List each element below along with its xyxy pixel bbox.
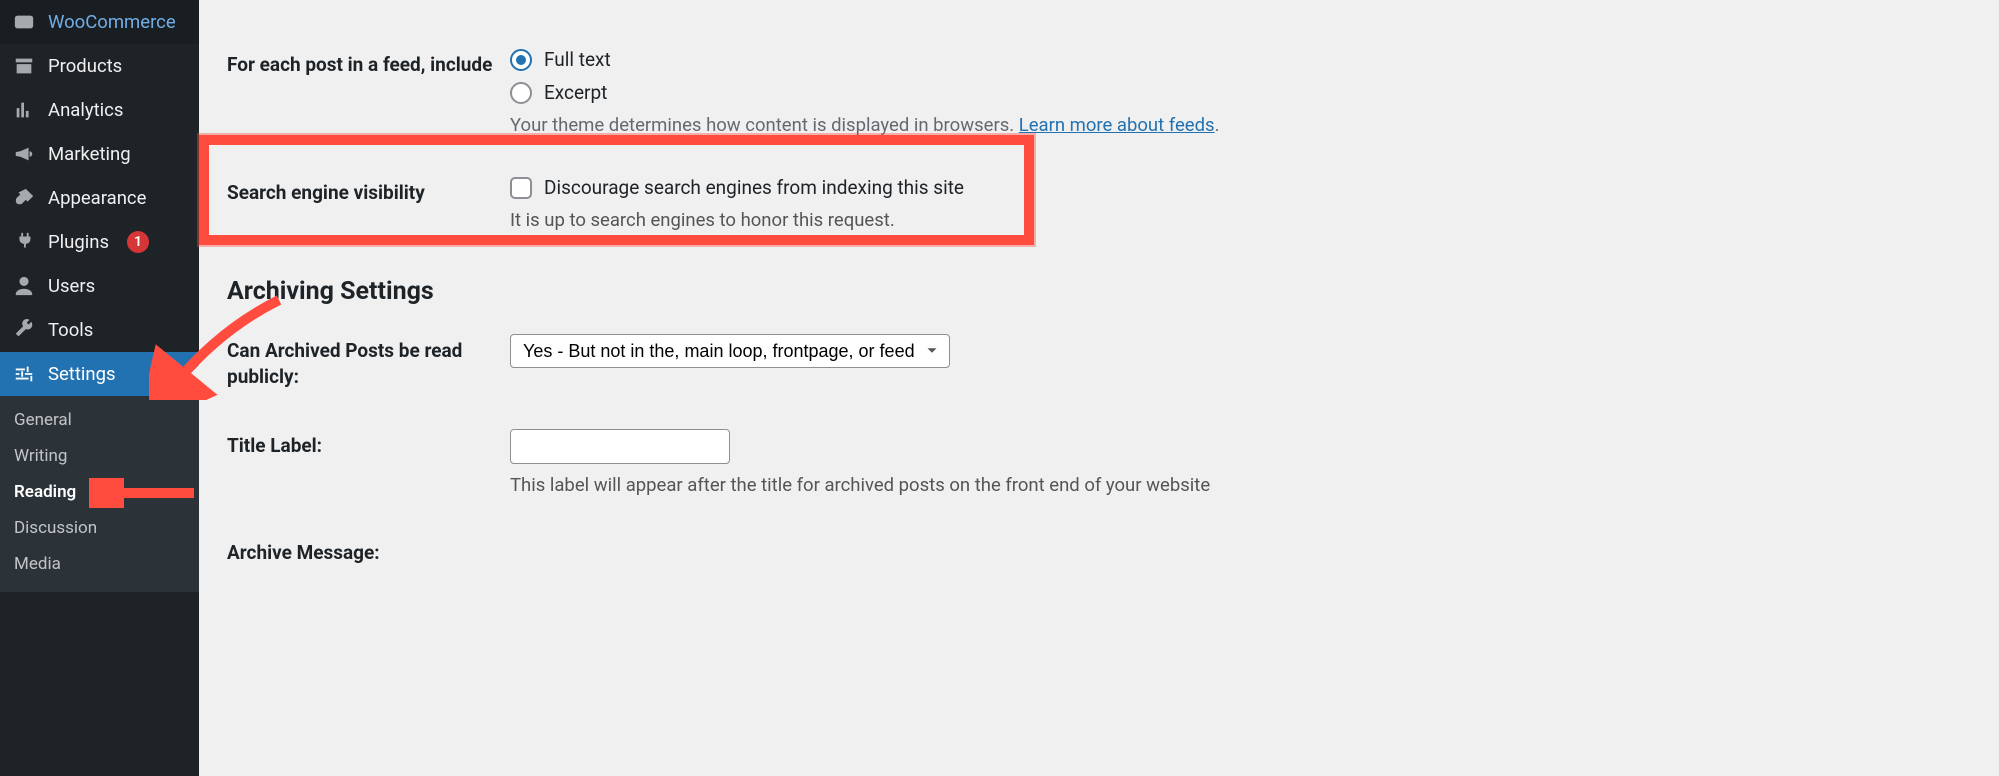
discourage-indexing-checkbox[interactable] [510, 177, 532, 199]
learn-more-feeds-link[interactable]: Learn more about feeds [1019, 114, 1215, 136]
sidebar-item-label: Products [48, 55, 122, 77]
sidebar-item-appearance[interactable]: Appearance [0, 176, 199, 220]
title-label-input[interactable] [510, 429, 730, 464]
sidebar-item-label: Analytics [48, 99, 123, 121]
archive-message-label: Archive Message: [227, 518, 510, 566]
submenu-discussion[interactable]: Discussion [0, 510, 199, 546]
megaphone-icon [12, 142, 36, 166]
search-visibility-description: It is up to search engines to honor this… [510, 209, 1961, 231]
title-label-field: This label will appear after the title f… [510, 411, 1971, 518]
archived-public-label: Can Archived Posts be read publicly: [227, 316, 510, 411]
admin-sidebar: WooCommerce Products Analytics Marketing… [0, 0, 199, 776]
archived-public-field: Yes - But not in the, main loop, frontpa… [510, 316, 1971, 411]
sidebar-item-label: Plugins [48, 231, 109, 253]
submenu-writing[interactable]: Writing [0, 438, 199, 474]
sliders-icon [12, 362, 36, 386]
submenu-reading[interactable]: Reading [0, 474, 199, 510]
sidebar-item-woocommerce[interactable]: WooCommerce [0, 0, 199, 44]
title-label-label: Title Label: [227, 411, 510, 518]
sidebar-item-users[interactable]: Users [0, 264, 199, 308]
wrench-icon [12, 318, 36, 342]
sidebar-item-label: Appearance [48, 187, 146, 209]
sidebar-item-settings[interactable]: Settings [0, 352, 199, 396]
plug-icon [12, 230, 36, 254]
feed-include-field: Full text Excerpt Your theme determines … [510, 30, 1971, 158]
sidebar-item-label: Users [48, 275, 95, 297]
search-visibility-field: Discourage search engines from indexing … [510, 158, 1971, 253]
submenu-general[interactable]: General [0, 402, 199, 438]
archiving-settings-heading: Archiving Settings [227, 277, 1971, 306]
sidebar-item-label: Settings [48, 363, 116, 385]
sidebar-item-label: Marketing [48, 143, 131, 165]
sidebar-item-plugins[interactable]: Plugins 1 [0, 220, 199, 264]
sidebar-item-products[interactable]: Products [0, 44, 199, 88]
archived-public-select[interactable]: Yes - But not in the, main loop, frontpa… [510, 334, 950, 368]
feed-excerpt-label: Excerpt [544, 81, 607, 104]
archive-icon [12, 54, 36, 78]
feed-include-label: For each post in a feed, include [227, 30, 510, 158]
sidebar-item-marketing[interactable]: Marketing [0, 132, 199, 176]
settings-submenu: General Writing Reading Discussion Media [0, 396, 199, 592]
title-label-description: This label will appear after the title f… [510, 474, 1961, 496]
feed-fulltext-option[interactable]: Full text [510, 48, 1961, 71]
sidebar-item-tools[interactable]: Tools [0, 308, 199, 352]
feed-description: Your theme determines how content is dis… [510, 114, 1961, 136]
user-icon [12, 274, 36, 298]
plugins-update-badge: 1 [127, 231, 149, 253]
feed-excerpt-option[interactable]: Excerpt [510, 81, 1961, 104]
woo-icon [12, 10, 36, 34]
settings-content: For each post in a feed, include Full te… [199, 0, 1999, 776]
brush-icon [12, 186, 36, 210]
discourage-indexing-option[interactable]: Discourage search engines from indexing … [510, 176, 1961, 199]
feed-excerpt-radio[interactable] [510, 82, 532, 104]
search-visibility-label: Search engine visibility [227, 158, 510, 253]
chart-icon [12, 98, 36, 122]
sidebar-item-label: Tools [48, 319, 93, 341]
feed-fulltext-radio[interactable] [510, 49, 532, 71]
discourage-indexing-label: Discourage search engines from indexing … [544, 176, 964, 199]
feed-fulltext-label: Full text [544, 48, 611, 71]
sidebar-item-analytics[interactable]: Analytics [0, 88, 199, 132]
submenu-media[interactable]: Media [0, 546, 199, 582]
sidebar-item-label: WooCommerce [48, 11, 176, 33]
